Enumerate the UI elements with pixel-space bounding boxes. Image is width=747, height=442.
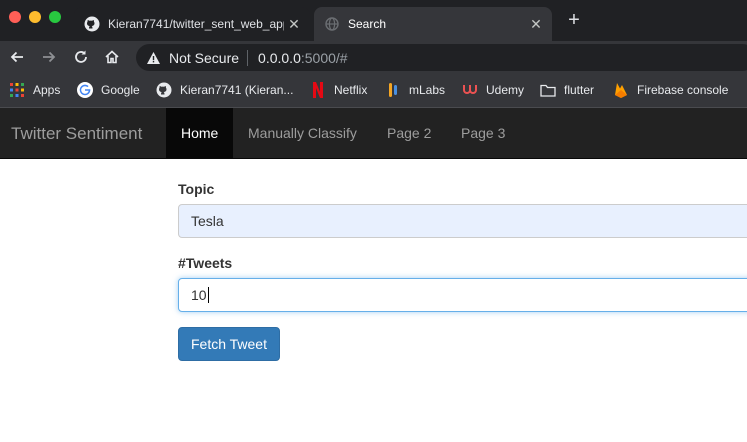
browser-tab-search[interactable]: Search ✕ bbox=[314, 7, 552, 41]
bookmark-label: Apps bbox=[33, 83, 61, 97]
new-tab-button[interactable]: + bbox=[563, 9, 585, 31]
bookmark-label: Kieran7741 (Kieran... bbox=[180, 83, 294, 97]
folder-icon bbox=[540, 82, 556, 98]
navbar-brand[interactable]: Twitter Sentiment bbox=[11, 124, 142, 144]
bookmark-label: Udemy bbox=[486, 83, 525, 97]
topic-label: Topic bbox=[178, 181, 215, 197]
address-divider bbox=[247, 49, 249, 66]
apps-grid-icon bbox=[9, 82, 25, 98]
tweets-count-value: 10 bbox=[191, 287, 207, 303]
forward-icon[interactable] bbox=[38, 46, 60, 68]
home-icon[interactable] bbox=[101, 46, 123, 68]
bookmark-apps[interactable]: Apps bbox=[9, 81, 60, 99]
topic-value: Tesla bbox=[191, 213, 224, 229]
security-status-label[interactable]: Not Secure bbox=[169, 50, 239, 66]
tweets-count-label: #Tweets bbox=[178, 255, 233, 271]
topic-input[interactable]: Tesla bbox=[178, 204, 747, 238]
close-tab-icon[interactable]: ✕ bbox=[526, 16, 546, 33]
bookmark-flutter[interactable]: flutter bbox=[540, 81, 594, 99]
google-icon bbox=[77, 82, 93, 98]
globe-icon bbox=[324, 16, 340, 32]
fetch-tweet-button[interactable]: Fetch Tweet bbox=[178, 327, 280, 361]
bookmark-label: flutter bbox=[564, 83, 595, 97]
warning-icon[interactable] bbox=[146, 51, 161, 65]
mlab-icon bbox=[385, 82, 401, 98]
browser-toolbar: Not Secure 0.0.0.0 :5000/# bbox=[0, 41, 747, 73]
browser-tab-github[interactable]: Kieran7741/twitter_sent_web_app ✕ bbox=[74, 7, 310, 41]
close-tab-icon[interactable]: ✕ bbox=[284, 16, 304, 33]
nav-page-3[interactable]: Page 3 bbox=[446, 108, 520, 158]
nav-manually-classify[interactable]: Manually Classify bbox=[233, 108, 372, 158]
bookmark-label: mLabs bbox=[409, 83, 446, 97]
bookmark-label: Netflix bbox=[334, 83, 368, 97]
bookmark-netflix[interactable]: Netflix bbox=[310, 81, 367, 99]
url-host: 0.0.0.0 bbox=[258, 49, 301, 66]
bookmark-mlabs[interactable]: mLabs bbox=[385, 81, 445, 99]
maximize-window-button[interactable] bbox=[49, 11, 61, 23]
browser-tab-strip: Kieran7741/twitter_sent_web_app ✕ Search… bbox=[0, 0, 747, 41]
address-bar[interactable]: Not Secure 0.0.0.0 :5000/# bbox=[136, 44, 747, 71]
back-icon[interactable] bbox=[6, 46, 28, 68]
github-icon bbox=[84, 16, 100, 32]
bookmark-github-profile[interactable]: Kieran7741 (Kieran... bbox=[156, 81, 293, 99]
github-icon bbox=[156, 82, 172, 98]
netflix-icon bbox=[310, 82, 326, 98]
url-path: :5000/# bbox=[300, 49, 348, 66]
firebase-icon bbox=[613, 82, 629, 98]
bookmark-firebase[interactable]: Firebase console bbox=[613, 81, 728, 99]
bookmark-google[interactable]: Google bbox=[77, 81, 140, 99]
tab-title: Search bbox=[348, 17, 387, 31]
nav-home[interactable]: Home bbox=[166, 108, 234, 158]
tab-title: Kieran7741/twitter_sent_web_app bbox=[108, 17, 284, 31]
app-navbar: Twitter Sentiment Home Manually Classify… bbox=[0, 108, 747, 159]
close-window-button[interactable] bbox=[9, 11, 21, 23]
udemy-icon bbox=[462, 82, 478, 98]
bookmark-label: Google bbox=[101, 83, 140, 97]
bookmarks-bar: Apps Google Kieran7741 (Kieran... Netfli… bbox=[0, 73, 747, 108]
bookmark-udemy[interactable]: Udemy bbox=[462, 81, 524, 99]
reload-icon[interactable] bbox=[70, 46, 92, 68]
tweets-count-input[interactable]: 10 bbox=[178, 278, 747, 312]
minimize-window-button[interactable] bbox=[29, 11, 41, 23]
bookmark-label: Firebase console bbox=[637, 83, 729, 97]
text-caret bbox=[207, 287, 209, 303]
nav-page-2[interactable]: Page 2 bbox=[372, 108, 446, 158]
